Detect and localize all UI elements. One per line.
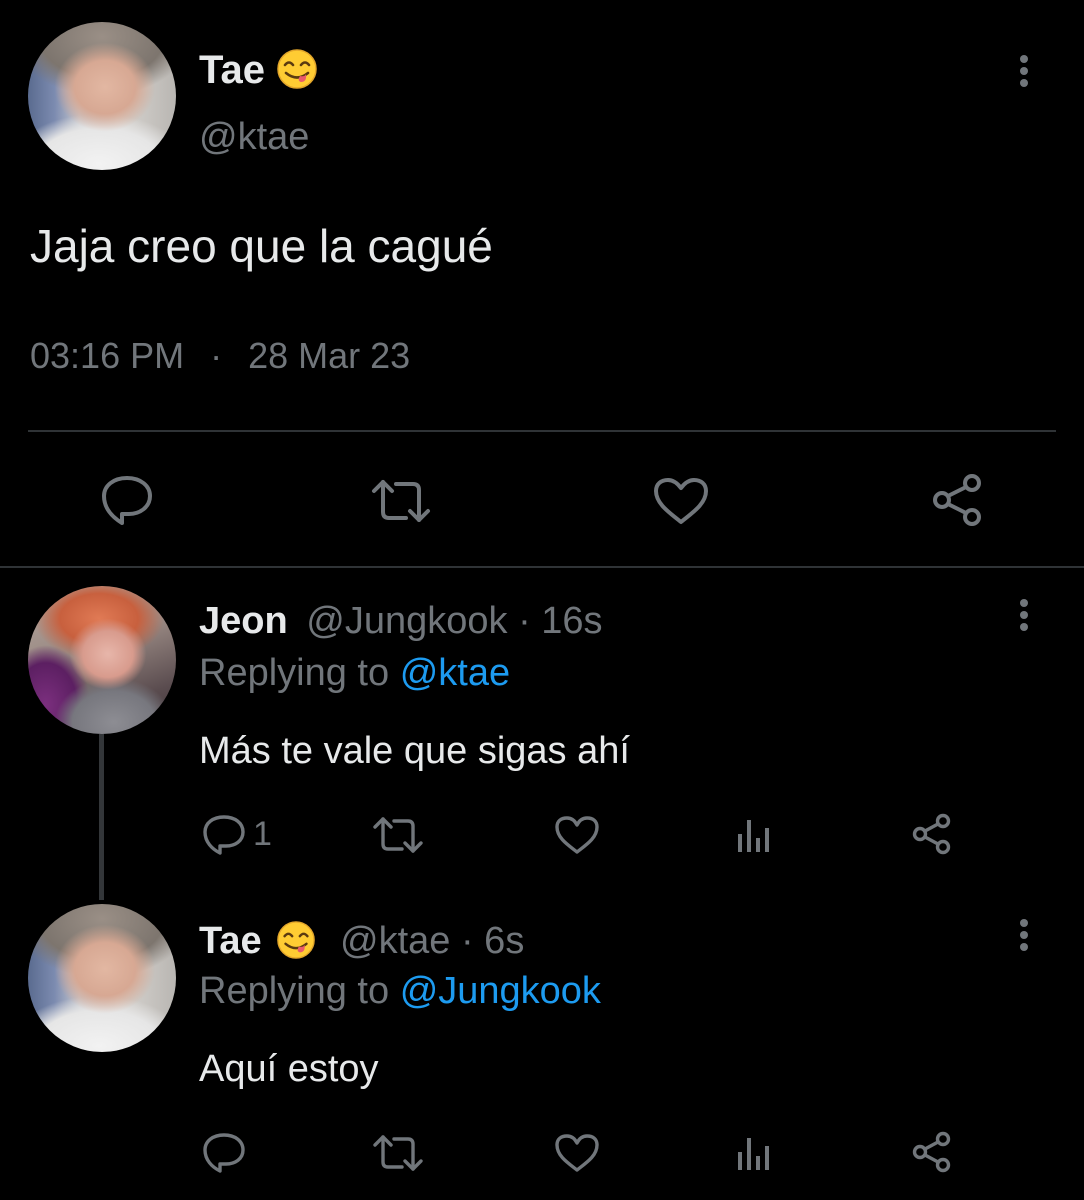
handle[interactable]: @Jungkook [306,600,507,642]
reply-header: Tae [199,918,262,964]
thread-line [99,734,104,900]
replying-to-label: Replying to [199,970,390,1012]
retweet-icon[interactable] [372,816,424,854]
share-icon[interactable] [930,472,986,528]
tweet-age: · 6s [460,920,525,962]
face-savoring-food-emoji [276,920,316,960]
retweet-icon[interactable] [370,478,432,524]
share-icon[interactable] [910,1130,954,1174]
analytics-icon[interactable] [736,816,774,854]
display-name[interactable]: Tae [199,46,265,94]
reply-header-meta: @ktae · 6s [340,918,524,964]
display-name[interactable]: Tae [199,920,262,962]
avatar[interactable] [28,586,176,734]
tweet-thread-screen: { "main_tweet": { "display_name": "Tae",… [0,0,1084,1200]
tweet-text: Jaja creo que la cagué [30,220,493,272]
tweet-date: 28 Mar 23 [248,335,411,376]
avatar[interactable] [28,22,176,170]
like-icon[interactable] [554,1133,600,1173]
display-name[interactable]: Jeon [199,600,288,642]
analytics-icon[interactable] [736,1134,774,1172]
replying-to-line: Replying to @ktae [199,650,510,696]
handle[interactable]: @ktae [340,920,450,962]
tweet-text: Más te vale que sigas ahí [199,730,630,772]
replying-to-mention[interactable]: @Jungkook [400,970,601,1012]
replying-to-label: Replying to [199,652,390,694]
more-icon[interactable] [1016,54,1032,90]
reply-icon[interactable] [202,814,246,856]
divider [28,430,1056,432]
tweet-timestamp: 03:16 PM · 28 Mar 23 [30,334,410,378]
reply-icon[interactable] [100,474,154,526]
like-icon[interactable] [554,815,600,855]
timestamp-separator: · [210,335,223,376]
reply-header: Jeon @Jungkook · 16s [199,598,603,644]
share-icon[interactable] [910,812,954,856]
like-icon[interactable] [652,476,710,526]
tweet-time: 03:16 PM [30,335,185,376]
face-savoring-food-emoji [276,48,318,90]
replying-to-mention[interactable]: @ktae [400,652,510,694]
reply-icon[interactable] [202,1132,246,1174]
handle[interactable]: @ktae [199,114,309,160]
reply-count: 1 [253,815,272,853]
tweet-age: · 16s [518,600,603,642]
avatar[interactable] [28,904,176,1052]
divider [0,566,1084,568]
more-icon[interactable] [1016,918,1032,954]
tweet-text: Aquí estoy [199,1048,379,1090]
more-icon[interactable] [1016,598,1032,634]
replying-to-line: Replying to @Jungkook [199,968,601,1014]
retweet-icon[interactable] [372,1134,424,1172]
